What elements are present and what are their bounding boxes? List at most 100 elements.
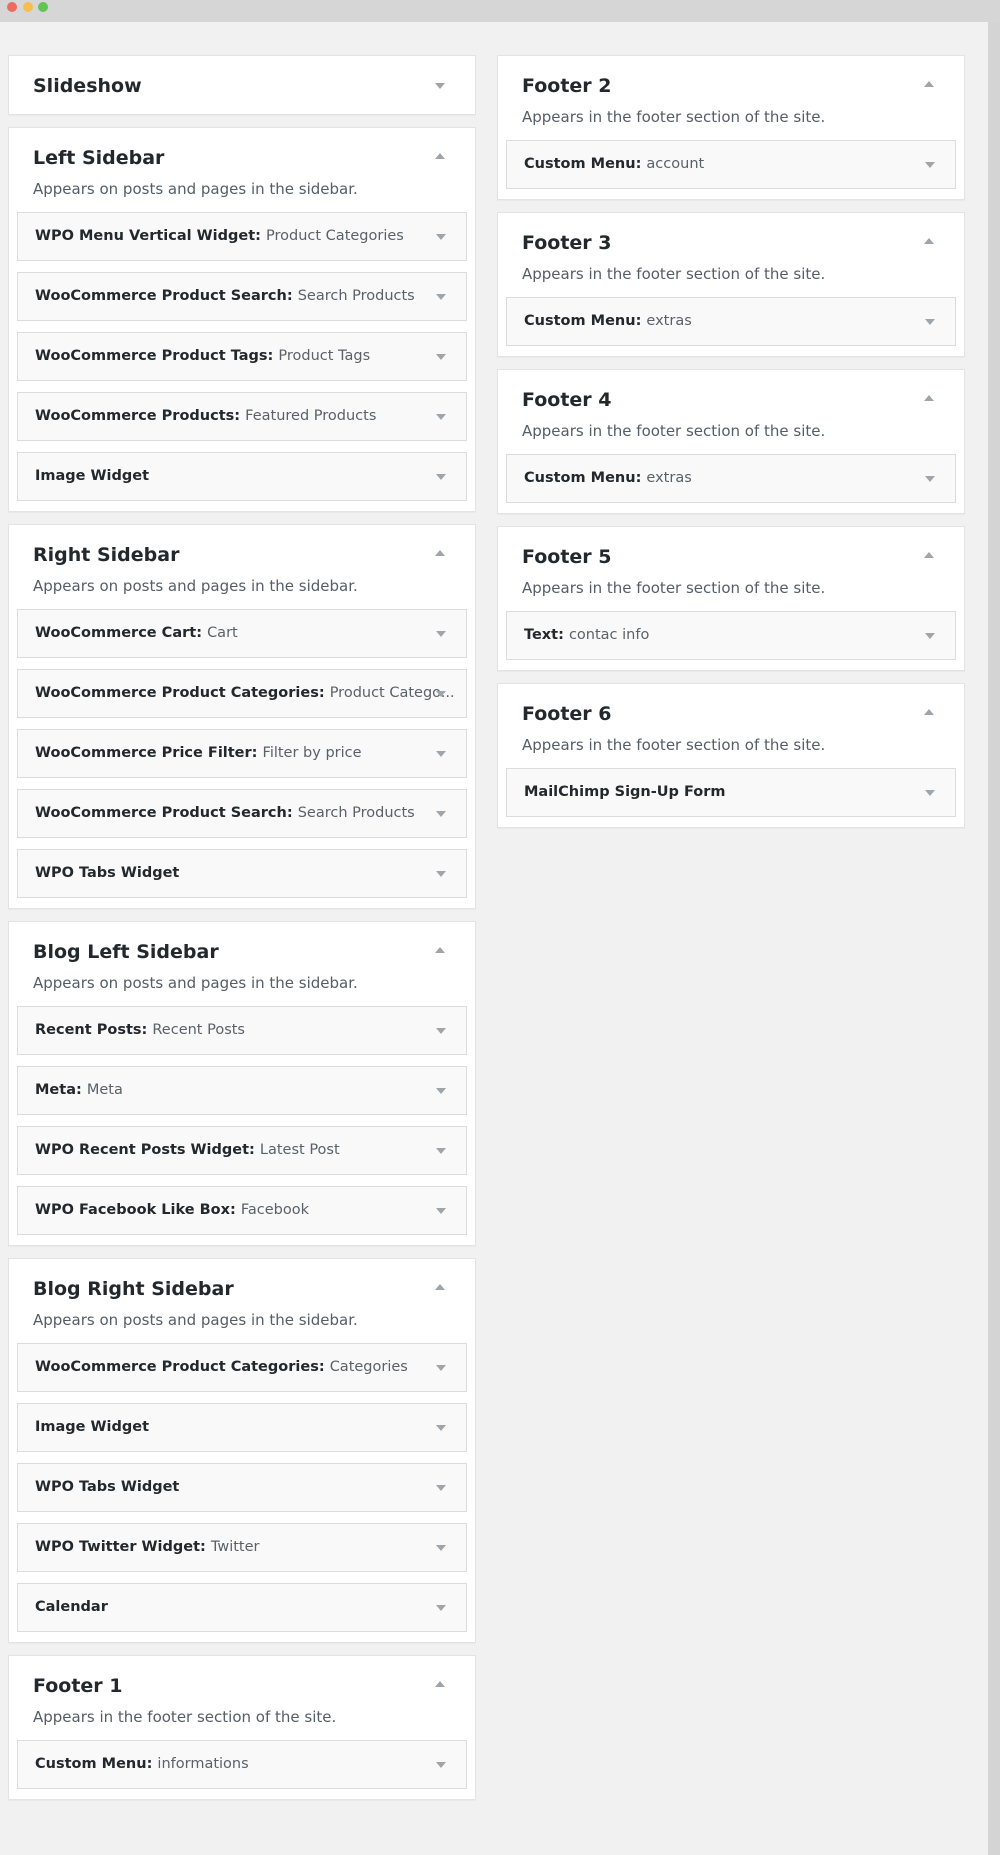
widget-woocommerce-products[interactable]: WooCommerce Products: Featured Products [17, 392, 467, 441]
sidebar-header[interactable]: Footer 1 [17, 1672, 467, 1700]
widget-separator: : [255, 228, 267, 244]
widget-woocommerce-product-categories[interactable]: WooCommerce Product Categories: Categori… [17, 1343, 467, 1392]
widget-custom-menu[interactable]: Custom Menu: extras [506, 454, 956, 503]
sidebar-header[interactable]: Footer 3 [506, 229, 956, 257]
triangle-up-icon[interactable] [924, 552, 934, 558]
widget-wpo-twitter-widget[interactable]: WPO Twitter Widget: Twitter [17, 1523, 467, 1572]
widget-name: WooCommerce Price Filter [35, 745, 252, 761]
triangle-up-icon[interactable] [435, 1284, 445, 1290]
widget-recent-posts[interactable]: Recent Posts: Recent Posts [17, 1006, 467, 1055]
triangle-down-icon[interactable] [436, 234, 446, 240]
widget-list: Custom Menu: extras [506, 297, 956, 346]
widget-title: Cart [207, 625, 238, 641]
widget-wpo-tabs-widget[interactable]: WPO Tabs Widget [17, 1463, 467, 1512]
sidebar-header[interactable]: Right Sidebar [17, 541, 467, 569]
sidebar-title: Footer 2 [522, 75, 612, 97]
triangle-down-icon[interactable] [436, 1762, 446, 1768]
widget-wpo-menu-vertical-widget[interactable]: WPO Menu Vertical Widget: Product Catego… [17, 212, 467, 261]
triangle-down-icon[interactable] [436, 474, 446, 480]
triangle-down-icon[interactable] [436, 811, 446, 817]
sidebar-header[interactable]: Slideshow [17, 72, 467, 100]
widget-woocommerce-product-tags[interactable]: WooCommerce Product Tags: Product Tags [17, 332, 467, 381]
widget-meta[interactable]: Meta: Meta [17, 1066, 467, 1115]
triangle-down-icon[interactable] [436, 1365, 446, 1371]
sidebar-header[interactable]: Footer 5 [506, 543, 956, 571]
widget-title: Product Categories [266, 228, 404, 244]
widget-name: WooCommerce Product Tags [35, 348, 268, 364]
widget-woocommerce-product-categories[interactable]: WooCommerce Product Categories: Product … [17, 669, 467, 718]
widget-woocommerce-product-search[interactable]: WooCommerce Product Search: Search Produ… [17, 272, 467, 321]
widget-name: Text [524, 627, 559, 643]
triangle-down-icon[interactable] [436, 354, 446, 360]
triangle-down-icon[interactable] [925, 633, 935, 639]
widget-wpo-tabs-widget[interactable]: WPO Tabs Widget [17, 849, 467, 898]
triangle-down-icon[interactable] [925, 162, 935, 168]
widget-title: informations [157, 1756, 249, 1772]
triangle-up-icon[interactable] [435, 550, 445, 556]
widget-image-widget[interactable]: Image Widget [17, 452, 467, 501]
widget-separator: : [141, 1022, 153, 1038]
triangle-down-icon[interactable] [925, 476, 935, 482]
maximize-window-button[interactable] [38, 2, 48, 12]
close-window-button[interactable] [7, 2, 17, 12]
widget-name: WPO Recent Posts Widget [35, 1142, 250, 1158]
triangle-up-icon[interactable] [435, 1681, 445, 1687]
triangle-down-icon[interactable] [436, 631, 446, 637]
sidebar-description: Appears on posts and pages in the sideba… [33, 974, 358, 992]
triangle-up-icon[interactable] [435, 947, 445, 953]
widget-image-widget[interactable]: Image Widget [17, 1403, 467, 1452]
sidebar-header[interactable]: Footer 2 [506, 72, 956, 100]
sidebar-header[interactable]: Footer 4 [506, 386, 956, 414]
sidebar-header[interactable]: Footer 6 [506, 700, 956, 728]
widget-text[interactable]: Text: contac info [506, 611, 956, 660]
widget-woocommerce-product-search[interactable]: WooCommerce Product Search: Search Produ… [17, 789, 467, 838]
scrollbar-track[interactable] [988, 22, 1000, 1855]
sidebar-header[interactable]: Blog Right Sidebar [17, 1275, 467, 1303]
widget-wpo-recent-posts-widget[interactable]: WPO Recent Posts Widget: Latest Post [17, 1126, 467, 1175]
sidebar-header[interactable]: Left Sidebar [17, 144, 467, 172]
triangle-down-icon[interactable] [435, 83, 445, 89]
sidebar-description: Appears in the footer section of the sit… [522, 108, 826, 126]
minimize-window-button[interactable] [23, 2, 33, 12]
triangle-down-icon[interactable] [436, 1208, 446, 1214]
triangle-down-icon[interactable] [925, 790, 935, 796]
widget-woocommerce-price-filter[interactable]: WooCommerce Price Filter: Filter by pric… [17, 729, 467, 778]
triangle-up-icon[interactable] [435, 153, 445, 159]
widget-custom-menu[interactable]: Custom Menu: account [506, 140, 956, 189]
triangle-down-icon[interactable] [436, 1028, 446, 1034]
triangle-down-icon[interactable] [925, 319, 935, 325]
widget-woocommerce-cart[interactable]: WooCommerce Cart: Cart [17, 609, 467, 658]
widget-custom-menu[interactable]: Custom Menu: extras [506, 297, 956, 346]
widget-custom-menu[interactable]: Custom Menu: informations [17, 1740, 467, 1789]
triangle-up-icon[interactable] [924, 395, 934, 401]
widget-mailchimp-sign-up-form[interactable]: MailChimp Sign-Up Form [506, 768, 956, 817]
widget-name: WooCommerce Product Search [35, 288, 287, 304]
widgets-area: Slideshow Left Sidebar Appears on posts an… [0, 22, 988, 1855]
widget-wpo-facebook-like-box[interactable]: WPO Facebook Like Box: Facebook [17, 1186, 467, 1235]
sidebar-title: Footer 6 [522, 703, 612, 725]
widget-title: account [646, 156, 705, 172]
triangle-down-icon[interactable] [436, 1425, 446, 1431]
triangle-down-icon[interactable] [436, 414, 446, 420]
widget-name: WPO Facebook Like Box [35, 1202, 230, 1218]
triangle-up-icon[interactable] [924, 238, 934, 244]
sidebar-title: Footer 5 [522, 546, 612, 568]
triangle-down-icon[interactable] [436, 691, 446, 697]
triangle-down-icon[interactable] [436, 1545, 446, 1551]
widget-calendar[interactable]: Calendar [17, 1583, 467, 1632]
triangle-down-icon[interactable] [436, 1148, 446, 1154]
triangle-down-icon[interactable] [436, 1605, 446, 1611]
widget-separator: : [635, 156, 647, 172]
triangle-up-icon[interactable] [924, 81, 934, 87]
triangle-down-icon[interactable] [436, 751, 446, 757]
triangle-down-icon[interactable] [436, 871, 446, 877]
sidebar-header[interactable]: Blog Left Sidebar [17, 938, 467, 966]
triangle-down-icon[interactable] [436, 1088, 446, 1094]
triangle-up-icon[interactable] [924, 709, 934, 715]
widget-name: Image Widget [35, 468, 150, 484]
widget-title: Twitter [210, 1539, 260, 1555]
widget-separator: : [558, 627, 569, 643]
triangle-down-icon[interactable] [436, 294, 446, 300]
sidebar-right-sidebar: Right Sidebar Appears on posts and pages … [8, 524, 476, 909]
triangle-down-icon[interactable] [436, 1485, 446, 1491]
